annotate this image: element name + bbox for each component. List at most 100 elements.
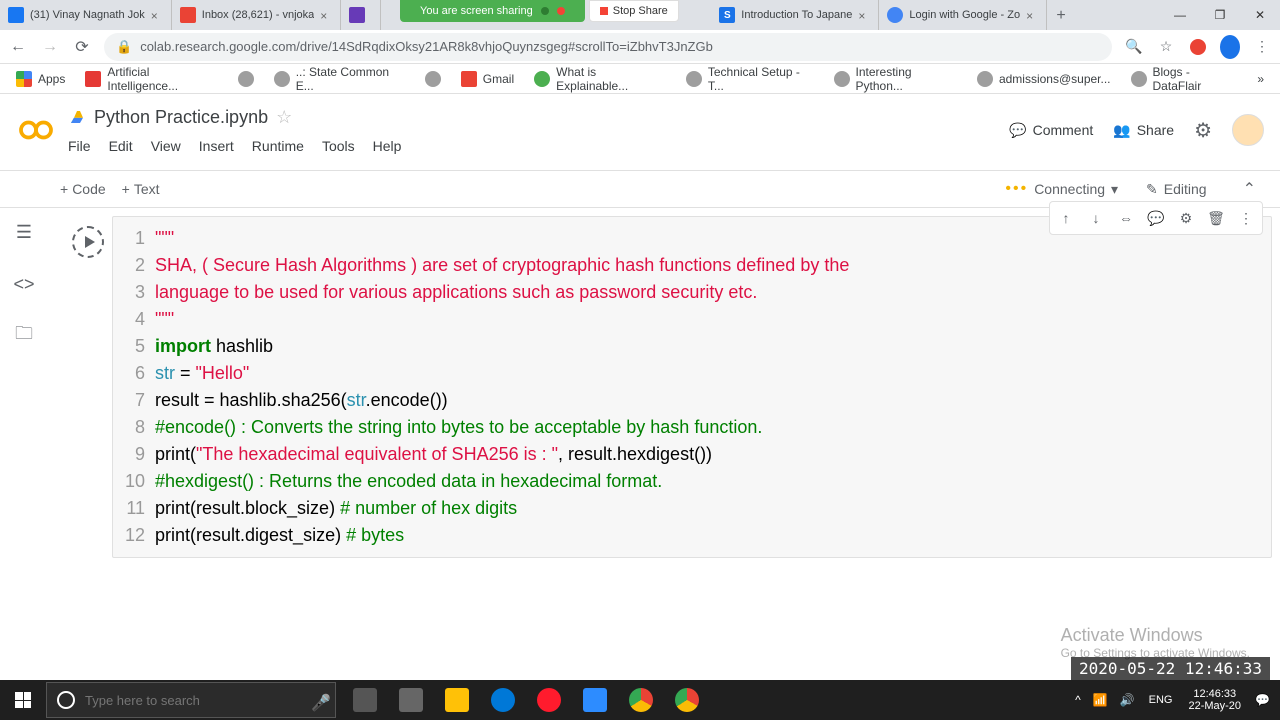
reload-button[interactable]: ⟳ (72, 37, 92, 57)
store-button[interactable] (388, 680, 434, 720)
new-tab-button[interactable]: + (1047, 2, 1075, 30)
notebook-title[interactable]: Python Practice.ipynb (94, 107, 268, 128)
tray-network-icon[interactable]: 📶 (1087, 693, 1114, 707)
editing-label: Editing (1164, 181, 1207, 197)
add-text-button[interactable]: +Text (122, 181, 160, 197)
share-dot-red-icon (557, 7, 565, 15)
bookmark-item[interactable] (417, 67, 449, 91)
forward-button[interactable]: → (40, 37, 60, 57)
start-button[interactable] (0, 680, 46, 720)
menu-help[interactable]: Help (373, 138, 402, 154)
window-controls: — ❐ ✕ (1160, 0, 1280, 30)
move-down-button[interactable]: ↓ (1082, 204, 1110, 232)
link-button[interactable]: ⇔ (1112, 204, 1140, 232)
code-snippets-icon[interactable]: <> (12, 272, 36, 296)
bookmark-explainable[interactable]: What is Explainable... (526, 61, 674, 97)
maximize-button[interactable]: ❐ (1200, 0, 1240, 30)
minimize-button[interactable]: — (1160, 0, 1200, 30)
stop-icon (600, 7, 608, 15)
bookmark-label: Interesting Python... (856, 65, 957, 93)
tray-volume-icon[interactable]: 🔊 (1114, 693, 1141, 707)
user-avatar[interactable] (1232, 114, 1264, 146)
tab-introduction[interactable]: S Introduction To Japane × (711, 0, 879, 30)
globe-icon (834, 71, 850, 87)
add-code-button[interactable]: +Code (60, 181, 106, 197)
chrome-button-2[interactable] (664, 680, 710, 720)
collapse-button[interactable]: ⌃ (1235, 179, 1264, 199)
star-icon[interactable]: ☆ (1156, 37, 1176, 57)
share-button[interactable]: 👥Share (1113, 122, 1174, 139)
code-cell[interactable]: ↑ ↓ ⇔ 💬 ⚙ 🗑 ⋮ 123456789101112 """ SHA, (… (64, 216, 1272, 558)
globe-icon (274, 71, 290, 87)
bookmark-gmail[interactable]: Gmail (453, 67, 522, 91)
url-field[interactable]: 🔒 colab.research.google.com/drive/14SdRq… (104, 33, 1112, 61)
tab-login-google[interactable]: Login with Google - Zo × (879, 0, 1047, 30)
cell-menu-button[interactable]: ⋮ (1232, 204, 1260, 232)
taskbar: 🎤 ^ 📶 🔊 ENG 12:46:33 22-May-20 💬 (0, 680, 1280, 720)
task-view-button[interactable] (342, 680, 388, 720)
comment-button[interactable]: 💬Comment (1009, 122, 1093, 139)
bookmark-ai[interactable]: Artificial Intelligence... (77, 61, 225, 97)
notifications-icon[interactable]: 💬 (1249, 693, 1276, 707)
delete-cell-button[interactable]: 🗑 (1202, 204, 1230, 232)
bookmark-admissions[interactable]: admissions@super... (969, 67, 1119, 91)
menu-tools[interactable]: Tools (322, 138, 355, 154)
toc-icon[interactable]: ☰ (12, 220, 36, 244)
bookmark-state[interactable]: ..: State Common E... (266, 61, 413, 97)
extension-icon[interactable] (1188, 37, 1208, 57)
search-input[interactable] (85, 693, 301, 708)
chrome-button[interactable] (618, 680, 664, 720)
menu-edit[interactable]: Edit (109, 138, 133, 154)
explorer-button[interactable] (434, 680, 480, 720)
tab-facebook[interactable]: (31) Vinay Nagnath Jok × (0, 0, 172, 30)
colab-logo[interactable] (16, 110, 56, 150)
close-window-button[interactable]: ✕ (1240, 0, 1280, 30)
stop-share-button[interactable]: Stop Share (589, 0, 679, 22)
tab-title: Introduction To Japane (741, 9, 852, 21)
bookmark-apps[interactable]: Apps (8, 67, 73, 91)
tray-clock[interactable]: 12:46:33 22-May-20 (1180, 688, 1249, 712)
connection-status[interactable]: •••Connecting▾ (1005, 180, 1118, 198)
zoom-icon[interactable]: 🔍 (1124, 37, 1144, 57)
menu-insert[interactable]: Insert (199, 138, 234, 154)
cell-body[interactable]: ↑ ↓ ⇔ 💬 ⚙ 🗑 ⋮ 123456789101112 """ SHA, (… (112, 216, 1272, 558)
cell-settings-button[interactable]: ⚙ (1172, 204, 1200, 232)
run-button[interactable] (72, 226, 104, 258)
code-editor[interactable]: 123456789101112 """ SHA, ( Secure Hash A… (113, 217, 1271, 557)
zoom-button[interactable] (572, 680, 618, 720)
files-icon[interactable]: 🗀 (12, 324, 36, 348)
bookmark-overflow[interactable]: » (1249, 68, 1272, 90)
tab-google[interactable] (341, 0, 381, 30)
move-up-button[interactable]: ↑ (1052, 204, 1080, 232)
close-icon[interactable]: × (151, 9, 163, 21)
activate-windows: Activate Windows Go to Settings to activ… (1061, 625, 1250, 660)
editing-mode[interactable]: ✎Editing (1134, 181, 1219, 198)
close-icon[interactable]: × (1026, 9, 1038, 21)
menu-view[interactable]: View (151, 138, 181, 154)
menu-file[interactable]: File (68, 138, 91, 154)
bookmark-item[interactable] (230, 67, 262, 91)
bookmark-dataflair[interactable]: Blogs - DataFlair (1123, 61, 1246, 97)
share-label: Share (1137, 122, 1174, 138)
menu-button[interactable]: ⋮ (1252, 37, 1272, 57)
google-icon (349, 7, 365, 23)
close-icon[interactable]: × (858, 9, 870, 21)
bookmark-technical[interactable]: Technical Setup - T... (678, 61, 822, 97)
tray-chevron-icon[interactable]: ^ (1069, 693, 1087, 707)
menu-runtime[interactable]: Runtime (252, 138, 304, 154)
left-rail: ☰ <> 🗀 (0, 208, 48, 688)
edge-button[interactable] (480, 680, 526, 720)
opera-button[interactable] (526, 680, 572, 720)
settings-button[interactable]: ⚙ (1194, 118, 1212, 143)
comment-cell-button[interactable]: 💬 (1142, 204, 1170, 232)
tray-language[interactable]: ENG (1141, 694, 1181, 706)
connecting-dots-icon: ••• (1005, 180, 1028, 198)
star-icon[interactable]: ☆ (276, 107, 292, 128)
tab-gmail[interactable]: Inbox (28,621) - vnjoka × (172, 0, 342, 30)
mic-icon[interactable]: 🎤 (311, 693, 325, 707)
bookmark-python[interactable]: Interesting Python... (826, 61, 965, 97)
close-icon[interactable]: × (320, 9, 332, 21)
taskbar-search[interactable]: 🎤 (46, 682, 336, 718)
back-button[interactable]: ← (8, 37, 28, 57)
profile-button[interactable] (1220, 37, 1240, 57)
